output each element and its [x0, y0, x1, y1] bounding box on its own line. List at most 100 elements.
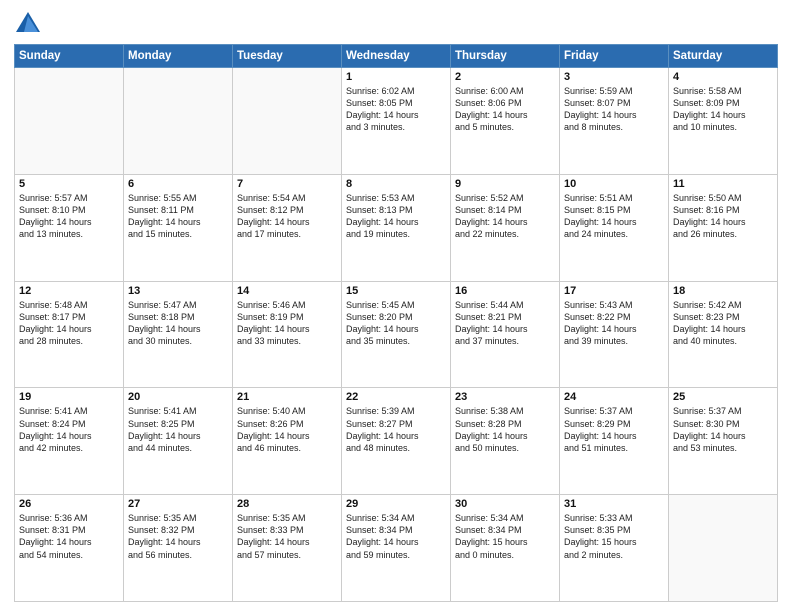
- cell-line: Sunrise: 5:57 AM: [19, 192, 119, 204]
- cell-line: Daylight: 14 hours: [673, 109, 773, 121]
- calendar-cell: [233, 68, 342, 175]
- cell-line: and 22 minutes.: [455, 228, 555, 240]
- cell-line: and 19 minutes.: [346, 228, 446, 240]
- calendar-cell: 4Sunrise: 5:58 AMSunset: 8:09 PMDaylight…: [669, 68, 778, 175]
- cell-line: and 54 minutes.: [19, 549, 119, 561]
- calendar-cell: 5Sunrise: 5:57 AMSunset: 8:10 PMDaylight…: [15, 174, 124, 281]
- calendar-cell: 12Sunrise: 5:48 AMSunset: 8:17 PMDayligh…: [15, 281, 124, 388]
- cell-line: Sunrise: 5:58 AM: [673, 85, 773, 97]
- day-number: 22: [346, 391, 446, 403]
- cell-line: Sunrise: 6:02 AM: [346, 85, 446, 97]
- cell-line: and 0 minutes.: [455, 549, 555, 561]
- calendar-cell: 9Sunrise: 5:52 AMSunset: 8:14 PMDaylight…: [451, 174, 560, 281]
- calendar-cell: 20Sunrise: 5:41 AMSunset: 8:25 PMDayligh…: [124, 388, 233, 495]
- calendar-cell: 29Sunrise: 5:34 AMSunset: 8:34 PMDayligh…: [342, 495, 451, 602]
- cell-line: Daylight: 14 hours: [19, 323, 119, 335]
- cell-line: Sunrise: 5:53 AM: [346, 192, 446, 204]
- cell-line: Sunrise: 5:39 AM: [346, 405, 446, 417]
- calendar-cell: 26Sunrise: 5:36 AMSunset: 8:31 PMDayligh…: [15, 495, 124, 602]
- cell-line: and 33 minutes.: [237, 335, 337, 347]
- day-number: 11: [673, 178, 773, 190]
- cell-line: and 46 minutes.: [237, 442, 337, 454]
- cell-line: and 17 minutes.: [237, 228, 337, 240]
- calendar-cell: 11Sunrise: 5:50 AMSunset: 8:16 PMDayligh…: [669, 174, 778, 281]
- page: SundayMondayTuesdayWednesdayThursdayFrid…: [0, 0, 792, 612]
- calendar-table: SundayMondayTuesdayWednesdayThursdayFrid…: [14, 44, 778, 602]
- calendar-header-sunday: Sunday: [15, 45, 124, 68]
- cell-line: Sunrise: 5:52 AM: [455, 192, 555, 204]
- cell-line: and 35 minutes.: [346, 335, 446, 347]
- calendar-cell: [124, 68, 233, 175]
- cell-line: Sunrise: 5:34 AM: [346, 512, 446, 524]
- cell-line: Sunset: 8:21 PM: [455, 311, 555, 323]
- cell-line: Sunrise: 5:35 AM: [237, 512, 337, 524]
- cell-line: and 57 minutes.: [237, 549, 337, 561]
- cell-line: Daylight: 14 hours: [673, 323, 773, 335]
- cell-line: Sunset: 8:19 PM: [237, 311, 337, 323]
- cell-line: Daylight: 14 hours: [237, 216, 337, 228]
- day-number: 15: [346, 285, 446, 297]
- cell-line: Sunset: 8:22 PM: [564, 311, 664, 323]
- day-number: 20: [128, 391, 228, 403]
- cell-line: Sunset: 8:28 PM: [455, 418, 555, 430]
- cell-line: Daylight: 14 hours: [673, 430, 773, 442]
- calendar-cell: 22Sunrise: 5:39 AMSunset: 8:27 PMDayligh…: [342, 388, 451, 495]
- cell-line: Sunset: 8:10 PM: [19, 204, 119, 216]
- cell-line: Sunrise: 5:50 AM: [673, 192, 773, 204]
- cell-line: and 28 minutes.: [19, 335, 119, 347]
- logo: [14, 10, 46, 38]
- cell-line: Sunset: 8:32 PM: [128, 524, 228, 536]
- cell-line: Daylight: 14 hours: [19, 216, 119, 228]
- day-number: 31: [564, 498, 664, 510]
- day-number: 28: [237, 498, 337, 510]
- cell-line: Daylight: 14 hours: [455, 323, 555, 335]
- cell-line: and 15 minutes.: [128, 228, 228, 240]
- cell-line: Daylight: 14 hours: [128, 216, 228, 228]
- cell-line: Sunset: 8:33 PM: [237, 524, 337, 536]
- calendar-cell: 3Sunrise: 5:59 AMSunset: 8:07 PMDaylight…: [560, 68, 669, 175]
- cell-line: Sunrise: 5:44 AM: [455, 299, 555, 311]
- cell-line: Sunset: 8:26 PM: [237, 418, 337, 430]
- cell-line: Sunset: 8:16 PM: [673, 204, 773, 216]
- day-number: 9: [455, 178, 555, 190]
- cell-line: Sunrise: 5:41 AM: [128, 405, 228, 417]
- cell-line: Daylight: 14 hours: [564, 109, 664, 121]
- cell-line: Daylight: 14 hours: [455, 109, 555, 121]
- calendar-cell: 21Sunrise: 5:40 AMSunset: 8:26 PMDayligh…: [233, 388, 342, 495]
- day-number: 12: [19, 285, 119, 297]
- calendar-header-row: SundayMondayTuesdayWednesdayThursdayFrid…: [15, 45, 778, 68]
- cell-line: Daylight: 14 hours: [19, 430, 119, 442]
- cell-line: Daylight: 14 hours: [346, 216, 446, 228]
- calendar-cell: 2Sunrise: 6:00 AMSunset: 8:06 PMDaylight…: [451, 68, 560, 175]
- cell-line: and 37 minutes.: [455, 335, 555, 347]
- calendar-cell: 8Sunrise: 5:53 AMSunset: 8:13 PMDaylight…: [342, 174, 451, 281]
- cell-line: Sunrise: 5:59 AM: [564, 85, 664, 97]
- calendar-header-saturday: Saturday: [669, 45, 778, 68]
- cell-line: Sunset: 8:14 PM: [455, 204, 555, 216]
- calendar-cell: 14Sunrise: 5:46 AMSunset: 8:19 PMDayligh…: [233, 281, 342, 388]
- calendar-cell: 6Sunrise: 5:55 AMSunset: 8:11 PMDaylight…: [124, 174, 233, 281]
- cell-line: and 48 minutes.: [346, 442, 446, 454]
- cell-line: Daylight: 14 hours: [564, 323, 664, 335]
- cell-line: Sunset: 8:17 PM: [19, 311, 119, 323]
- cell-line: Sunrise: 5:43 AM: [564, 299, 664, 311]
- cell-line: Sunrise: 5:37 AM: [673, 405, 773, 417]
- day-number: 8: [346, 178, 446, 190]
- cell-line: Daylight: 14 hours: [128, 323, 228, 335]
- calendar-cell: 31Sunrise: 5:33 AMSunset: 8:35 PMDayligh…: [560, 495, 669, 602]
- day-number: 1: [346, 71, 446, 83]
- cell-line: and 42 minutes.: [19, 442, 119, 454]
- cell-line: Sunrise: 5:51 AM: [564, 192, 664, 204]
- cell-line: Sunset: 8:34 PM: [346, 524, 446, 536]
- cell-line: Sunrise: 5:54 AM: [237, 192, 337, 204]
- cell-line: and 26 minutes.: [673, 228, 773, 240]
- cell-line: Sunrise: 5:45 AM: [346, 299, 446, 311]
- cell-line: and 56 minutes.: [128, 549, 228, 561]
- calendar-cell: 1Sunrise: 6:02 AMSunset: 8:05 PMDaylight…: [342, 68, 451, 175]
- calendar-header-thursday: Thursday: [451, 45, 560, 68]
- day-number: 13: [128, 285, 228, 297]
- cell-line: Sunrise: 5:42 AM: [673, 299, 773, 311]
- week-row-0: 1Sunrise: 6:02 AMSunset: 8:05 PMDaylight…: [15, 68, 778, 175]
- day-number: 19: [19, 391, 119, 403]
- cell-line: Sunrise: 5:55 AM: [128, 192, 228, 204]
